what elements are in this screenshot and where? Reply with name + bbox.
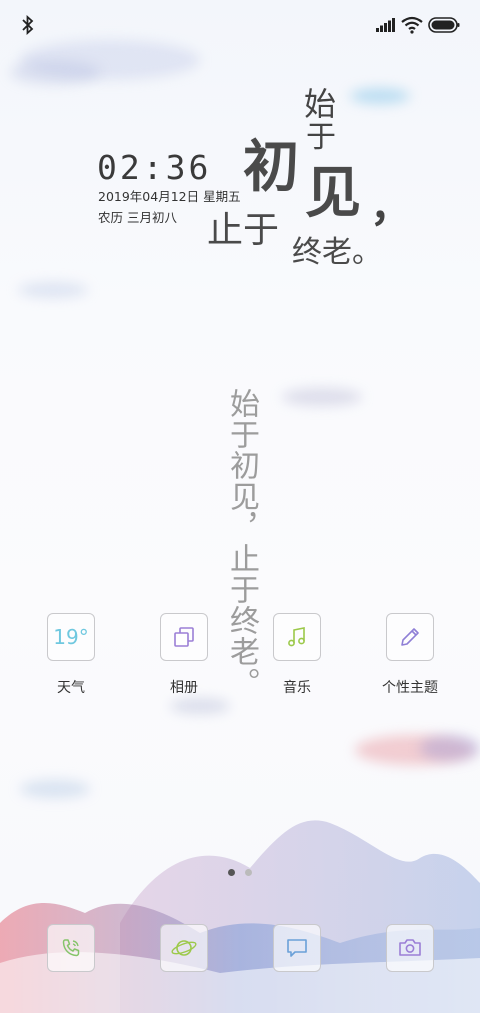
poem-char: 于 [306, 120, 336, 155]
theme-brush-icon[interactable] [386, 613, 434, 661]
page-dot-active [228, 869, 235, 876]
app-gallery[interactable]: 相册 [134, 613, 234, 697]
poem-char: ， [370, 182, 413, 231]
poem-char: 见 [305, 161, 361, 226]
music-icon[interactable] [273, 613, 321, 661]
gallery-icon[interactable] [160, 613, 208, 661]
messages-icon[interactable] [273, 924, 321, 972]
app-music[interactable]: 音乐 [247, 613, 347, 697]
poem-char: 止于 [207, 210, 280, 251]
poem-char: 终老。 [292, 235, 382, 270]
camera-icon[interactable] [386, 924, 434, 972]
battery-icon [428, 17, 460, 33]
poem-char: 初 [243, 135, 299, 200]
bluetooth-icon [22, 14, 34, 36]
app-label: 音乐 [283, 680, 311, 696]
signal-icon [376, 18, 395, 32]
weather-temperature: 19° [53, 625, 89, 649]
app-themes[interactable]: 个性主题 [360, 613, 460, 697]
page-dot [245, 869, 252, 876]
app-weather[interactable]: 19° 天气 [21, 613, 121, 697]
app-label: 天气 [57, 680, 85, 696]
phone-icon[interactable] [47, 924, 95, 972]
weather-icon[interactable]: 19° [47, 613, 95, 661]
clock-time[interactable]: 02:36 [97, 148, 211, 187]
clock-date: 2019年04月12日 星期五 [98, 189, 241, 204]
wifi-icon [401, 16, 423, 34]
browser-planet-icon[interactable] [160, 924, 208, 972]
app-label: 个性主题 [382, 680, 438, 696]
clock-lunar-date: 农历 三月初八 [98, 210, 177, 225]
mountains-illustration [0, 820, 480, 1013]
status-bar [0, 0, 480, 52]
poem-char: 始 [304, 85, 337, 123]
app-label: 相册 [170, 680, 198, 696]
